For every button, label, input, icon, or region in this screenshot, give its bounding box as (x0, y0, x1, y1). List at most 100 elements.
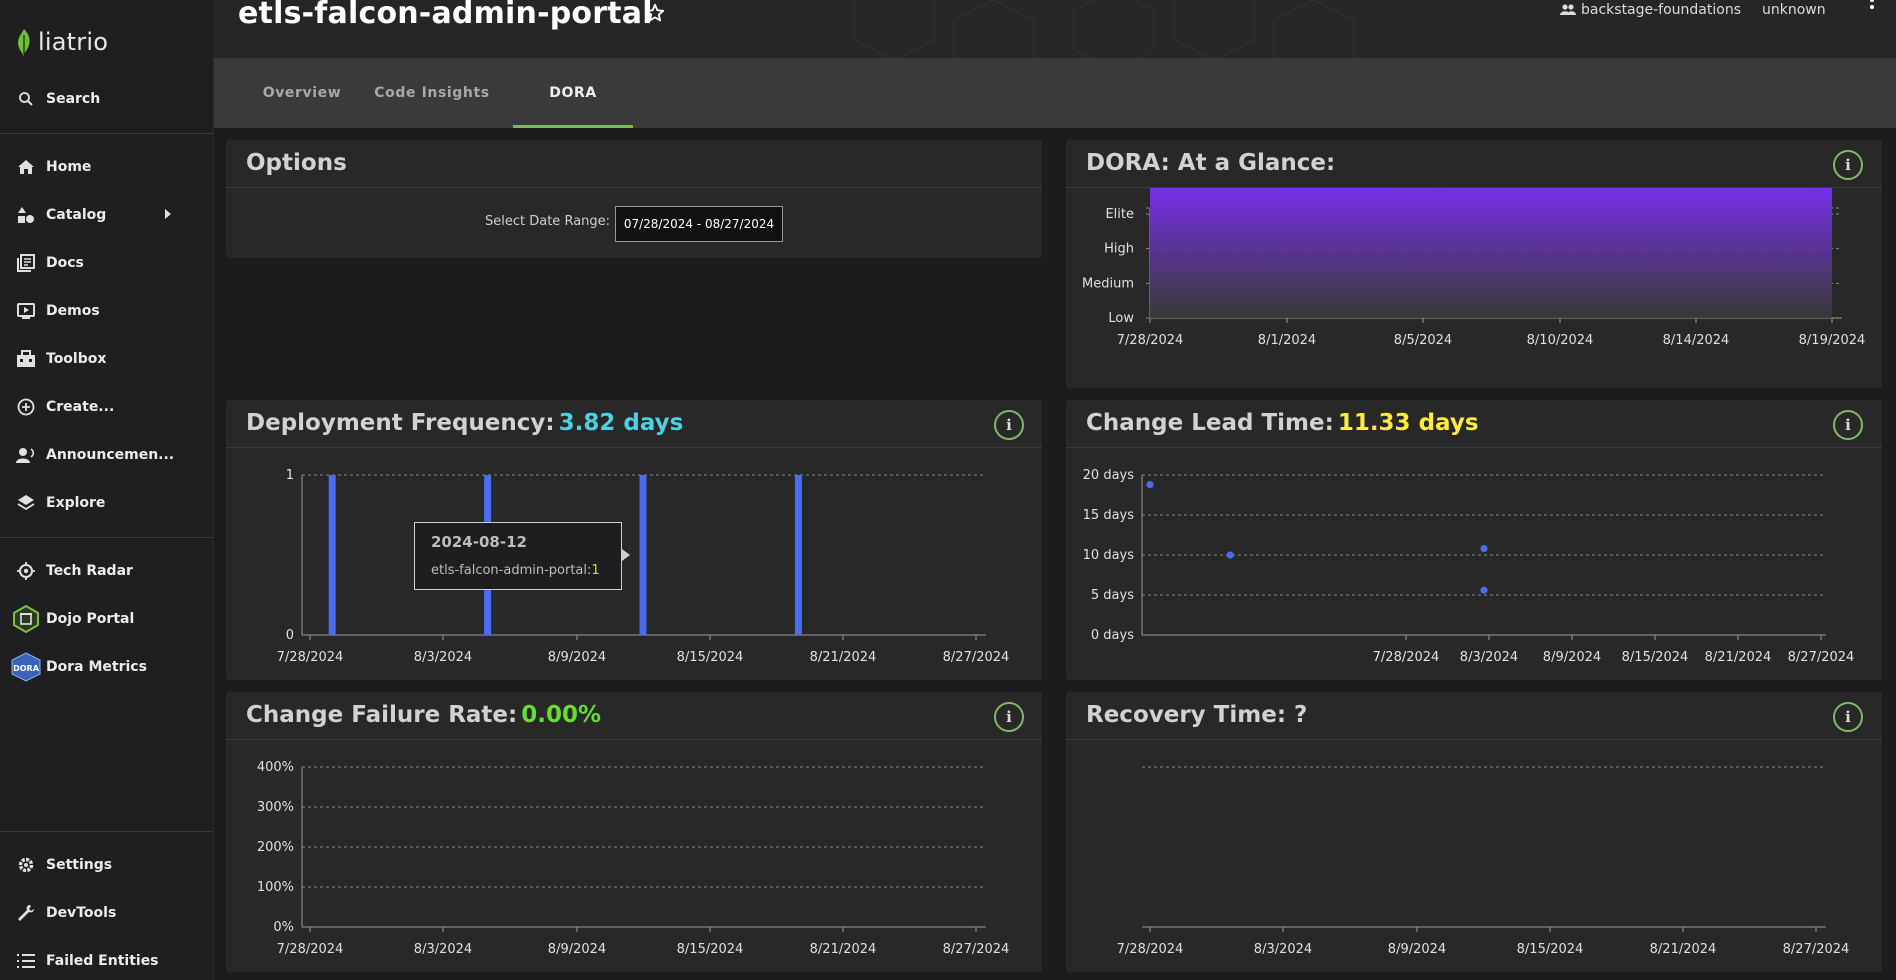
date-range-picker[interactable]: 07/28/2024 - 08/27/2024 (615, 206, 783, 242)
info-button[interactable]: i (1833, 150, 1863, 180)
card-header: Options (226, 140, 1042, 188)
info-icon: i (1006, 416, 1012, 434)
card-title: Change Failure Rate: 0.00% (246, 702, 601, 728)
info-button[interactable]: i (1833, 702, 1863, 732)
star-icon[interactable] (644, 2, 666, 28)
sidebar-item-label: DevTools (46, 905, 117, 921)
card-title: Recovery Time: ? (1086, 702, 1308, 728)
sidebar-search-label: Search (46, 91, 101, 107)
sidebar-item-label: Home (46, 159, 92, 175)
x-tick-label: 8/5/2024 (1394, 333, 1452, 348)
x-tick-label: 7/28/2024 (1117, 942, 1184, 957)
more-vert-icon[interactable] (1862, 0, 1882, 12)
date-range-label: Select Date Range: (485, 214, 611, 229)
x-tick-label: 8/27/2024 (943, 942, 1010, 957)
deployment-frequency-chart: 0 1 7/28/2024 8/3/2024 8/9/2024 8/15/2024 8/21… (277, 468, 1010, 665)
leaf-icon (18, 29, 30, 57)
scatter-point (1226, 551, 1234, 559)
x-tick-label: 8/14/2024 (1663, 333, 1730, 348)
bar (794, 475, 802, 635)
sidebar-item-announcements[interactable]: Announcemen... (0, 435, 213, 475)
tooltip-series: etls-falcon-admin-portal: (431, 563, 592, 578)
sidebar-item-failed-entities[interactable]: Failed Entities (0, 941, 213, 980)
x-tick-label: 8/10/2024 (1527, 333, 1594, 348)
card-title: Deployment Frequency: 3.82 days (246, 410, 683, 436)
x-tick-label: 8/15/2024 (1622, 650, 1689, 665)
info-icon: i (1845, 416, 1851, 434)
sidebar-item-dora-metrics[interactable]: DORA Dora Metrics (0, 647, 213, 687)
gear-icon (16, 855, 36, 875)
layers-icon (16, 493, 36, 513)
tooltip-line: etls-falcon-admin-portal:1 (431, 563, 600, 578)
tooltip-value: 1 (591, 563, 600, 578)
sidebar-search[interactable]: Search (0, 79, 213, 119)
y-tick-label: 20 days (1083, 468, 1135, 483)
sidebar-item-settings[interactable]: Settings (0, 845, 213, 885)
sidebar-item-toolbox[interactable]: Toolbox (0, 339, 213, 379)
sidebar-item-demos[interactable]: Demos (0, 291, 213, 331)
sidebar-item-tech-radar[interactable]: Tech Radar (0, 551, 213, 591)
info-button[interactable]: i (994, 410, 1024, 440)
x-tick-label: 8/3/2024 (414, 942, 472, 957)
tab-overview[interactable]: Overview (242, 58, 362, 128)
sidebar-item-catalog[interactable]: Catalog (0, 195, 213, 235)
y-tick-label: 15 days (1083, 508, 1135, 523)
x-tick-label: 7/28/2024 (277, 942, 344, 957)
search-icon (16, 89, 36, 109)
sidebar-item-label: Docs (46, 255, 84, 271)
x-tick-label: 8/3/2024 (1460, 650, 1518, 665)
sidebar-item-docs[interactable]: Docs (0, 243, 213, 283)
y-tick-label: 5 days (1091, 588, 1134, 603)
tab-code-insights[interactable]: Code Insights (362, 58, 502, 128)
owner-link[interactable]: backstage-foundations (1560, 2, 1741, 18)
card-header: Change Failure Rate: 0.00% i (226, 692, 1042, 740)
x-tick-label: 8/27/2024 (1783, 942, 1850, 957)
metric-name: Deployment Frequency: (246, 410, 555, 436)
lifecycle-text: unknown (1762, 2, 1826, 18)
toolbox-icon (16, 349, 36, 369)
sidebar-item-home[interactable]: Home (0, 147, 213, 187)
info-button[interactable]: i (994, 702, 1024, 732)
docs-icon (16, 253, 36, 273)
recovery-time-card: Recovery Time: ? i 7/28/2024 8/3/2024 8/9/… (1066, 692, 1882, 972)
tab-dora[interactable]: DORA (513, 58, 633, 128)
card-header: Change Lead Time: 11.33 days i (1066, 400, 1882, 448)
sidebar-item-create[interactable]: Create... (0, 387, 213, 427)
y-tick-label: 200% (257, 840, 294, 855)
y-tick-label: 0% (273, 920, 294, 935)
bar (639, 475, 647, 635)
list-icon (16, 951, 36, 971)
change-lead-time-chart: 0 days 5 days 10 days 15 days 20 days 7/28/20… (1083, 468, 1855, 665)
area-fill (1150, 188, 1832, 318)
card-header: DORA: At a Glance: i (1066, 140, 1882, 188)
x-tick-label: 8/15/2024 (677, 942, 744, 957)
sidebar: liatrio Search Home Catalog Docs Demos T… (0, 0, 214, 980)
info-button[interactable]: i (1833, 410, 1863, 440)
sidebar-item-explore[interactable]: Explore (0, 483, 213, 523)
logo-text: liatrio (38, 28, 109, 56)
recovery-time-chart: 7/28/2024 8/3/2024 8/9/2024 8/15/2024 8/21/2… (1117, 766, 1850, 957)
sidebar-item-label: Toolbox (46, 351, 107, 367)
liatrio-logo[interactable]: liatrio (14, 22, 108, 62)
scatter-point (1146, 481, 1154, 489)
sidebar-item-label: Failed Entities (46, 953, 159, 969)
card-title: Options (246, 150, 347, 176)
x-tick-label: 7/28/2024 (1373, 650, 1440, 665)
x-tick-label: 8/27/2024 (943, 650, 1010, 665)
scatter-point (1480, 545, 1488, 553)
x-tick-label: 8/21/2024 (1650, 942, 1717, 957)
x-tick-label: 8/19/2024 (1799, 333, 1866, 348)
x-tick-label: 8/9/2024 (1388, 942, 1446, 957)
page-title: etls-falcon-admin-portal (238, 0, 653, 31)
sidebar-item-devtools[interactable]: DevTools (0, 893, 213, 933)
home-icon (16, 157, 36, 177)
y-tick-label: 1 (286, 468, 294, 483)
sidebar-item-dojo-portal[interactable]: Dojo Portal (0, 599, 213, 639)
catalog-icon (16, 205, 36, 225)
wrench-icon (16, 903, 36, 923)
glance-chart: Low Medium High Elite 7/28/2024 8/1/2024 8/5/2… (1082, 188, 1866, 348)
dora-glance-card: DORA: At a Glance: i Low Medium High Elite 7… (1066, 140, 1882, 388)
x-tick-label: 8/9/2024 (548, 650, 606, 665)
change-failure-rate-card: Change Failure Rate: 0.00% i 0% 100% 200% 30… (226, 692, 1042, 972)
card-title: Change Lead Time: 11.33 days (1086, 410, 1479, 436)
